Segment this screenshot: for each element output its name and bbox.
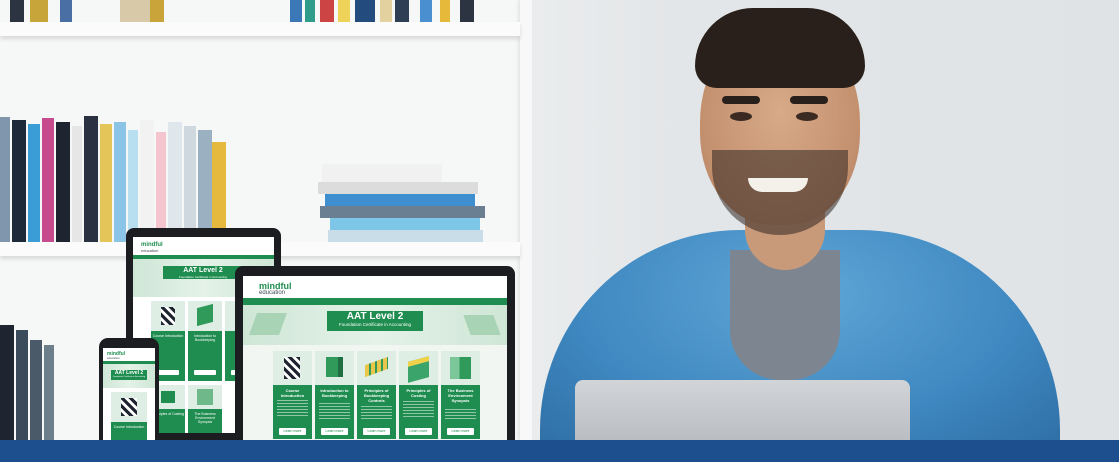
buildings-icon — [450, 357, 471, 379]
laptop-nav-bar — [243, 298, 507, 305]
left-eye — [730, 112, 752, 121]
user-laptop — [575, 380, 910, 442]
cube-icon — [326, 357, 343, 377]
laptop-logo-sub: education — [259, 290, 286, 296]
laptop-screen: mindful education AAT Level 2 Foundation… — [243, 276, 507, 446]
course-card-2: Principles of Bookkeeping Controls Learn… — [357, 351, 396, 439]
tablet-course-title: AAT Level 2 Foundation Certificate in Ac… — [163, 266, 243, 279]
book-row-middle — [0, 112, 520, 242]
card-title-2: Principles of Bookkeeping Controls — [363, 388, 390, 403]
book-row-top — [0, 0, 520, 22]
footer-bar — [0, 440, 1119, 462]
card-button-4: Learn more — [447, 428, 474, 435]
tablet-logo-sub: education — [141, 248, 159, 253]
laptop-course-title-box: AAT Level 2 Foundation Certificate in Ac… — [327, 311, 423, 331]
card-button-2: Learn more — [363, 428, 390, 435]
laptop-hero: AAT Level 2 Foundation Certificate in Ac… — [243, 305, 507, 345]
right-eyebrow — [790, 96, 828, 104]
laptop-course-subtitle: Foundation Certificate in Accounting — [338, 322, 412, 327]
shelf-top — [0, 22, 520, 36]
tablet-card-1: Introduction to Bookkeeping — [188, 301, 222, 381]
right-eye — [796, 112, 818, 121]
laptop-course-title: AAT Level 2 — [346, 311, 404, 322]
card-button-0: Learn more — [279, 428, 306, 435]
phone-course-title: AAT Level 2 Foundation Certificate in Ac… — [111, 370, 147, 380]
hero-deco-left — [248, 313, 288, 335]
smile — [748, 178, 808, 192]
card-button-1: Learn more — [321, 428, 348, 435]
hair — [695, 8, 865, 88]
card-title-1: Introduction to Bookkeeping — [320, 388, 349, 398]
phone-hero: AAT Level 2 Foundation Certificate in Ac… — [103, 364, 155, 388]
card-button-3: Learn more — [405, 428, 432, 435]
calculator-icon — [408, 356, 429, 383]
hero-banner-image: mindful education AAT Level 2 Foundation… — [0, 0, 1119, 462]
course-card-1: Introduction to Bookkeeping Learn more — [315, 351, 354, 439]
shelf-post — [520, 0, 532, 440]
tablet-card-4: The Business Environment Synopsis — [188, 385, 222, 433]
flag-icon — [284, 357, 300, 379]
phone-screen: mindful education AAT Level 2 Foundation… — [103, 348, 155, 448]
card-title-4: The Business Environment Synopsis — [447, 388, 474, 403]
card-grid: Course Introduction Learn more Introduct… — [243, 345, 507, 446]
card-title-3: Principles of Costing — [406, 388, 431, 398]
course-card-0: Course Introduction Learn more — [273, 351, 312, 439]
hero-deco-right — [463, 315, 501, 335]
phone-logo-sub: education — [107, 356, 121, 360]
course-card-4: The Business Environment Synopsis Learn … — [441, 351, 480, 439]
left-eyebrow — [722, 96, 760, 104]
card-title-0: Course Introduction — [280, 388, 305, 398]
ledger-icon — [365, 356, 388, 378]
laptop-device: mindful education AAT Level 2 Foundation… — [235, 266, 515, 452]
course-card-3: Principles of Costing Learn more — [399, 351, 438, 439]
